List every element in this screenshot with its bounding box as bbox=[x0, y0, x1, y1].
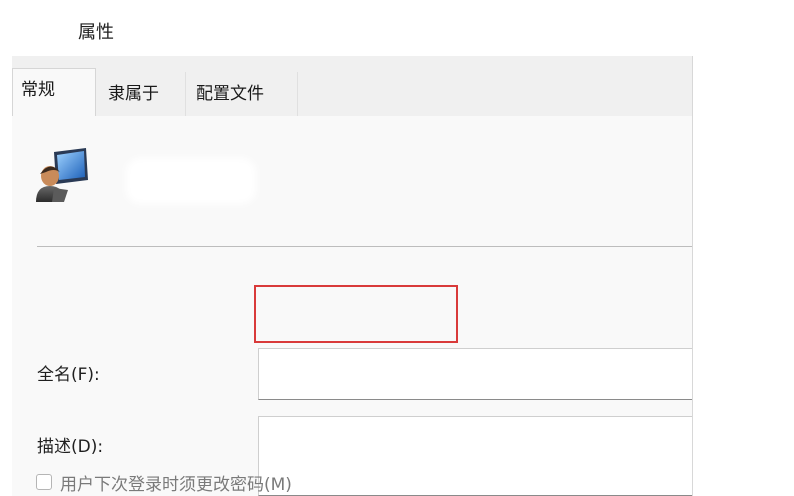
description-label: 描述(D): bbox=[37, 437, 104, 457]
properties-dialog: 常规 隶属于 配置文件 全名(F): 描述(D): bbox=[12, 56, 693, 496]
description-field[interactable] bbox=[258, 416, 692, 496]
window-title: 属性 bbox=[78, 22, 114, 43]
must-change-password-row[interactable]: 用户下次登录时须更改密码(M) bbox=[36, 470, 292, 495]
full-name-label: 全名(F): bbox=[37, 365, 100, 385]
general-panel: 全名(F): 描述(D): bbox=[12, 116, 692, 496]
username-redacted bbox=[132, 164, 250, 198]
tab-strip: 常规 隶属于 配置文件 bbox=[12, 56, 692, 117]
must-change-password-label: 用户下次登录时须更改密码(M) bbox=[60, 474, 292, 495]
tab-profile[interactable]: 配置文件 bbox=[188, 72, 298, 116]
tab-member-of[interactable]: 隶属于 bbox=[100, 72, 186, 116]
tab-general[interactable]: 常规 bbox=[12, 68, 96, 117]
user-computer-icon bbox=[34, 146, 94, 204]
full-name-field[interactable] bbox=[258, 348, 692, 400]
screenshot-stage: 属性 常规 隶属于 配置文件 全名(F): 描述(D): 用户下次登录时须更改密… bbox=[0, 0, 794, 496]
must-change-password-checkbox[interactable] bbox=[36, 474, 52, 490]
separator bbox=[37, 246, 692, 247]
